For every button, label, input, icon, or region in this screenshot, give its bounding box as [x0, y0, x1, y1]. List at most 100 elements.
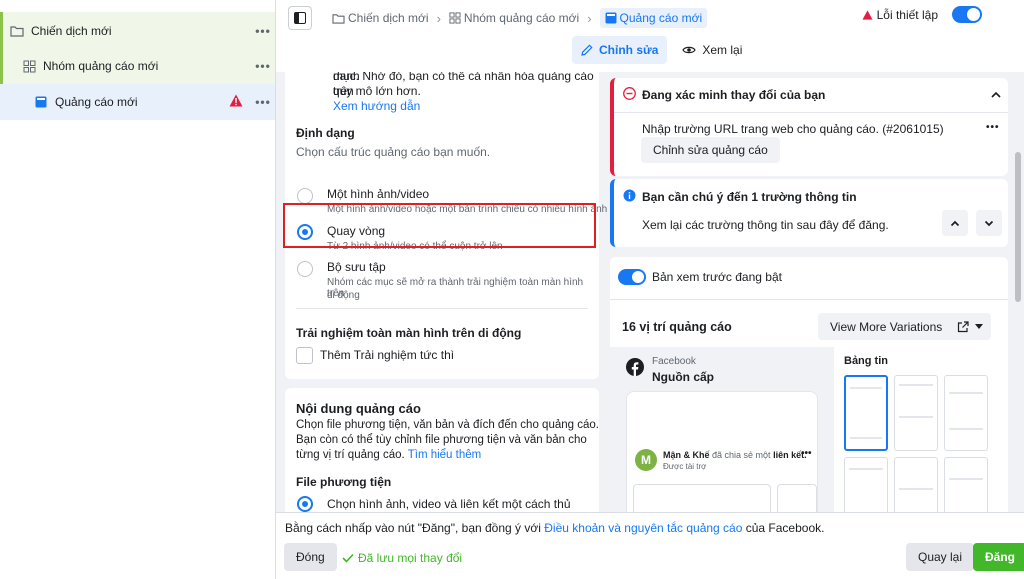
tree-item-adset[interactable]: Nhóm quảng cáo mới ••• [0, 48, 275, 84]
tab-review[interactable]: Xem lại [673, 36, 751, 64]
media-title: File phương tiện [296, 475, 392, 489]
feed-label: Nguồn cấp [652, 370, 714, 384]
tree-item-label: Nhóm quảng cáo mới [43, 59, 159, 73]
saved-status: Đã lưu mọi thay đổi [342, 551, 462, 565]
ad-status-toggle[interactable] [952, 6, 982, 23]
more-options-icon[interactable]: ••• [251, 95, 275, 109]
mode-tabs: Chỉnh sửa Xem lại [572, 36, 751, 64]
top-bar: Chiến dịch mới › Nhóm quảng cáo mới › Qu… [276, 0, 1024, 72]
divider [614, 112, 1008, 113]
info-icon [623, 189, 636, 205]
format-subtitle: Chọn cấu trúc quảng cáo bạn muốn. [296, 145, 491, 159]
more-options-icon[interactable]: ••• [986, 122, 1000, 133]
divider [610, 299, 1008, 300]
post-more-icon: ••• [801, 448, 812, 459]
review-preview-panel: Đang xác minh thay đổi của bạn Nhập trườ… [608, 72, 1012, 512]
feed-preview: Facebook Nguồn cấp M Mận & Khế đã chia s… [610, 347, 834, 512]
chevron-up-icon[interactable] [990, 88, 1002, 102]
close-button[interactable]: Đóng [284, 543, 337, 571]
edit-ad-button[interactable]: Chỉnh sửa quảng cáo [641, 137, 780, 163]
view-variations-button[interactable]: View More Variations [818, 313, 955, 340]
media-radio-manual[interactable] [297, 496, 313, 512]
toggle-sidebar-button[interactable] [288, 6, 312, 30]
format-title: Định dạng [296, 126, 355, 140]
placement-thumb[interactable] [944, 375, 988, 451]
chevron-right-icon: › [587, 10, 592, 26]
placement-list: Bảng tin [836, 347, 1008, 512]
sponsored-label: Được tài trợ [663, 462, 707, 471]
scrollbar[interactable] [1012, 72, 1024, 512]
post-header: Mận & Khế đã chia sẻ một liên kết. [663, 450, 807, 460]
footer-bar: Bằng cách nhấp vào nút "Đăng", bạn đồng … [276, 512, 1024, 579]
tree-item-ad[interactable]: Quảng cáo mới ••• [0, 84, 275, 120]
info-title: Bạn cần chú ý đến 1 trường thông tin [642, 190, 857, 204]
format-radio-single[interactable] [297, 188, 313, 204]
divider [296, 308, 588, 309]
eye-icon [682, 46, 697, 54]
campaign-tree-sidebar: Chiến dịch mới ••• Nhóm quảng cáo mới ••… [0, 0, 276, 579]
breadcrumb-ad[interactable]: Quảng cáo mới [599, 8, 708, 28]
tree-item-label: Quảng cáo mới [55, 95, 138, 109]
error-card: Đang xác minh thay đổi của bạn Nhập trườ… [610, 78, 1008, 176]
next-field-button[interactable] [976, 210, 1002, 236]
fullscreen-title: Trải nghiệm toàn màn hình trên di động [296, 326, 522, 340]
format-option-label: Một hình ảnh/video [327, 187, 430, 201]
preview-toggle[interactable] [618, 269, 646, 285]
placement-thumb[interactable] [844, 457, 888, 512]
chevron-down-icon [984, 220, 994, 226]
pencil-icon [581, 44, 593, 56]
grid-icon [449, 12, 461, 24]
format-option-desc: Nhóm các mục sẽ mở ra thành trải nghiệm … [327, 277, 584, 299]
tree-item-campaign[interactable]: Chiến dịch mới ••• [0, 12, 275, 49]
terms-link[interactable]: Điều khoản và nguyên tắc quảng cáo [544, 521, 742, 535]
more-options-icon[interactable]: ••• [251, 59, 275, 73]
media-option-label: Chọn hình ảnh, video và liên kết một các… [327, 497, 571, 511]
feed-heading: Bảng tin [844, 355, 888, 367]
back-button[interactable]: Quay lại [906, 543, 975, 571]
checkmark-icon [342, 553, 354, 563]
ad-content-card: Nội dung quảng cáo Chọn file phương tiện… [285, 388, 599, 512]
carousel-card [777, 484, 817, 512]
warning-icon [229, 94, 245, 110]
more-options-icon[interactable]: ••• [251, 24, 275, 38]
info-message: Xem lại các trường thông tin sau đây để … [642, 218, 889, 232]
setup-error-indicator[interactable]: Lỗi thiết lập [862, 8, 938, 22]
format-radio-collection[interactable] [297, 261, 313, 277]
highlight-box [283, 203, 596, 248]
folder-icon [10, 24, 24, 38]
format-option-label: Bộ sưu tập [327, 260, 386, 274]
breadcrumb: Chiến dịch mới › Nhóm quảng cáo mới › Qu… [288, 6, 708, 30]
breadcrumb-adset[interactable]: Nhóm quảng cáo mới [449, 11, 579, 25]
error-title: Đang xác minh thay đổi của bạn [642, 88, 826, 102]
tab-edit[interactable]: Chỉnh sửa [572, 36, 668, 64]
content-title: Nội dung quảng cáo [296, 401, 421, 416]
facebook-logo-icon [626, 358, 644, 379]
error-message: Nhập trường URL trang web cho quảng cáo.… [642, 122, 944, 136]
ad-editor-panel: cầu quảng cáo cho từng người khi bạn đăn… [276, 72, 608, 512]
error-minus-icon [623, 87, 636, 103]
placement-thumb[interactable] [894, 375, 938, 451]
avatar: M [635, 449, 657, 471]
share-preview-button[interactable] [949, 313, 991, 340]
folder-icon [332, 13, 345, 24]
ad-icon [605, 12, 617, 24]
ad-icon [34, 95, 48, 109]
learn-more-link[interactable]: Tìm hiểu thêm [408, 449, 482, 461]
content-desc: Bạn còn có thể tùy chỉnh file phương tiệ… [296, 434, 587, 446]
chevron-up-icon [950, 220, 960, 226]
placement-thumb[interactable] [944, 457, 988, 512]
placement-thumb[interactable] [894, 457, 938, 512]
format-intro-text: quy mô lớn hơn. [333, 84, 421, 98]
content-desc: Chọn file phương tiện, văn bản và đích đ… [296, 419, 599, 431]
prev-field-button[interactable] [942, 210, 968, 236]
info-card: Bạn cần chú ý đến 1 trường thông tin Xem… [610, 179, 1008, 247]
instant-experience-checkbox[interactable] [296, 347, 313, 364]
breadcrumb-campaign[interactable]: Chiến dịch mới [332, 11, 429, 25]
preview-toggle-label: Bản xem trước đang bật [652, 270, 782, 284]
terms-text: Bằng cách nhấp vào nút "Đăng", bạn đồng … [285, 521, 825, 535]
placement-thumb[interactable] [844, 375, 888, 451]
warning-icon [862, 10, 873, 20]
guide-link[interactable]: Xem hướng dẫn [333, 99, 420, 114]
publish-button[interactable]: Đăng [973, 543, 1024, 571]
content-desc: từng vị trí quảng cáo. [296, 449, 405, 461]
